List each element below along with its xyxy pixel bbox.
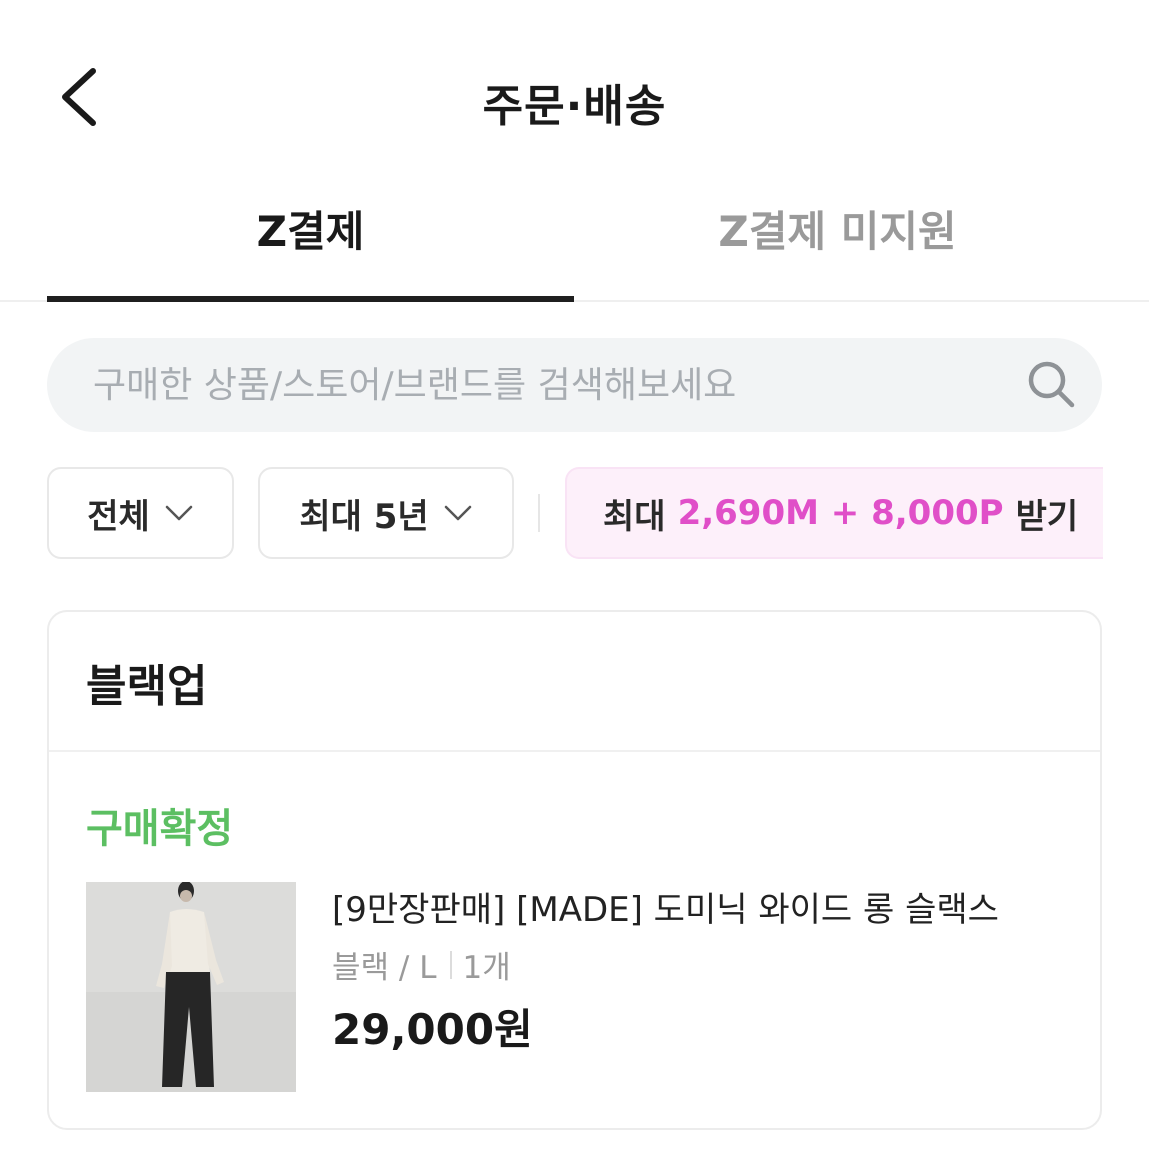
filter-divider	[538, 494, 540, 532]
promo-highlight: 2,690M + 8,000P	[677, 493, 1004, 533]
chevron-down-icon	[444, 505, 471, 521]
order-delivery-screen: 주문·배송 Z결제 Z결제 미지원 전체 최대 5년 최대 2,690M +	[0, 0, 1149, 1149]
product-thumbnail[interactable]	[86, 882, 296, 1092]
active-tab-indicator	[47, 296, 574, 302]
tab-label: Z결제 미지원	[718, 207, 957, 256]
category-filter-label: 전체	[87, 496, 150, 537]
page-title: 주문·배송	[482, 81, 667, 132]
product-name[interactable]: [9만장판매] [MADE] 도미닉 와이드 롱 슬랙스	[332, 882, 999, 931]
promo-prefix: 최대	[603, 496, 666, 537]
tab-z-pay-unsupported[interactable]: Z결제 미지원	[574, 180, 1101, 302]
product-option: 블랙 / L	[332, 950, 437, 986]
reward-promo-banner[interactable]: 최대 2,690M + 8,000P 받기	[565, 467, 1103, 559]
product-option-row: 블랙 / L 1개	[332, 942, 511, 987]
order-card: 블랙업 구매확정 [9만장판매] [MADE] 도미닉 와이드 롱 슬랙스 블랙…	[47, 610, 1102, 1130]
category-filter-dropdown[interactable]: 전체	[47, 467, 234, 559]
chevron-down-icon	[165, 505, 193, 521]
period-filter-dropdown[interactable]: 최대 5년	[258, 467, 514, 559]
tab-label: Z결제	[256, 207, 365, 256]
product-photo	[86, 882, 296, 1092]
header: 주문·배송	[0, 40, 1149, 150]
product-price: 29,000원	[332, 1005, 533, 1054]
period-filter-label: 최대 5년	[299, 496, 429, 537]
card-divider	[49, 750, 1100, 752]
tab-bar: Z결제 Z결제 미지원	[0, 180, 1149, 302]
search-icon[interactable]	[1024, 357, 1080, 413]
search-input[interactable]	[93, 364, 1024, 406]
product-quantity: 1개	[462, 950, 511, 986]
tab-z-pay[interactable]: Z결제	[47, 180, 574, 302]
promo-suffix: 받기	[1015, 496, 1079, 537]
order-status: 구매확정	[86, 806, 234, 852]
store-name[interactable]: 블랙업	[86, 650, 207, 714]
search-bar	[47, 338, 1102, 432]
option-separator	[450, 950, 453, 979]
